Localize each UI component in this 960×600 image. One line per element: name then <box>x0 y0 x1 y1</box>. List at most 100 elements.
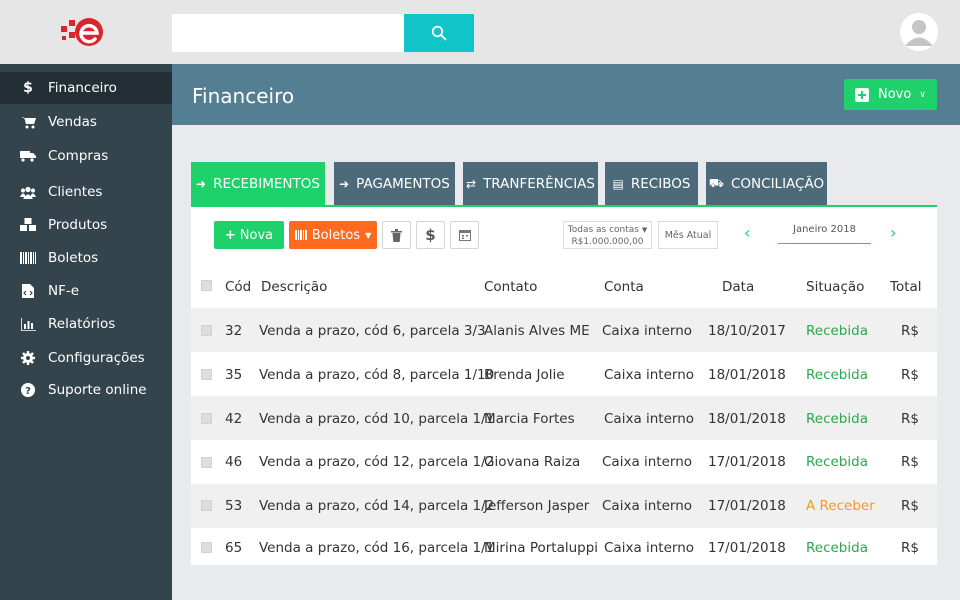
cell-data: 18/01/2018 <box>708 411 786 427</box>
sidebar-item-label: Compras <box>48 148 109 164</box>
column-header-cod[interactable]: Cód <box>225 279 251 295</box>
nova-button[interactable]: + Nova <box>214 221 284 249</box>
cell-total: R$ <box>901 367 919 383</box>
tab-label: TRANFERÊNCIAS <box>483 176 595 192</box>
search-input[interactable] <box>172 14 404 52</box>
sidebar-item-boletos[interactable]: Boletos <box>0 242 172 274</box>
users-icon <box>18 186 38 199</box>
row-checkbox[interactable] <box>201 369 212 380</box>
sidebar-item-suporte[interactable]: ? Suporte online <box>0 374 172 406</box>
cell-conta: Caixa interno <box>602 498 693 514</box>
table-row[interactable]: 65 Venda a prazo, cód 16, parcela 1/1 Mi… <box>191 528 937 565</box>
column-header-conta[interactable]: Conta <box>604 279 644 295</box>
cell-cod: 46 <box>225 454 243 470</box>
logo[interactable] <box>58 14 106 50</box>
sidebar-item-label: Clientes <box>48 184 103 200</box>
cell-total: R$ <box>901 454 919 470</box>
avatar-icon <box>900 13 938 51</box>
sidebar-item-financeiro[interactable]: $ Financeiro <box>0 72 172 104</box>
table-row[interactable]: 32 Venda a prazo, cód 6, parcela 3/3 Ala… <box>191 308 937 352</box>
sidebar-item-produtos[interactable]: Produtos <box>0 209 172 241</box>
bar-chart-icon <box>18 317 38 331</box>
gear-icon <box>18 351 38 365</box>
cell-total: R$ <box>901 540 919 556</box>
nova-label: Nova <box>239 227 274 243</box>
barcode-icon <box>294 230 307 240</box>
sidebar-item-nfe[interactable]: NF-e <box>0 275 172 307</box>
column-header-situacao[interactable]: Situação <box>806 279 864 295</box>
column-header-data[interactable]: Data <box>722 279 754 295</box>
column-header-descricao[interactable]: Descrição <box>261 279 327 295</box>
cart-icon <box>18 116 38 129</box>
delete-button[interactable] <box>382 221 411 249</box>
cell-cod: 53 <box>225 498 243 514</box>
tab-recebimentos[interactable]: ➜ RECEBIMENTOS <box>191 162 325 206</box>
novo-label: Novo <box>878 87 912 102</box>
page-title: Financeiro <box>192 84 295 108</box>
row-checkbox[interactable] <box>201 457 212 468</box>
cell-contato: Mirina Portaluppi <box>484 540 599 556</box>
tab-label: PAGAMENTOS <box>356 176 450 192</box>
boletos-label: Boletos <box>311 227 361 243</box>
cell-total: R$ <box>901 323 919 339</box>
sign-out-icon: ➜ <box>339 177 350 191</box>
sidebar-item-vendas[interactable]: Vendas <box>0 106 172 138</box>
table-row[interactable]: 35 Venda a prazo, cód 8, parcela 1/10 Br… <box>191 352 937 396</box>
cell-conta: Caixa interno <box>604 367 695 383</box>
search-button[interactable] <box>404 14 474 52</box>
exchange-icon: ⇄ <box>466 177 477 191</box>
chevron-right-icon[interactable]: › <box>890 223 896 242</box>
boletos-dropdown-button[interactable]: Boletos ▼ <box>289 221 377 249</box>
row-checkbox[interactable] <box>201 500 212 511</box>
cell-cod: 32 <box>225 323 243 339</box>
dollar-icon: $ <box>425 226 436 244</box>
cell-descricao: Venda a prazo, cód 16, parcela 1/1 <box>259 540 495 556</box>
receipt-icon: ▤ <box>612 177 624 191</box>
cell-situacao: Recebida <box>806 367 868 383</box>
cell-situacao: A Receber <box>806 498 875 514</box>
calendar-button[interactable] <box>450 221 479 249</box>
cell-conta: Caixa interno <box>602 323 693 339</box>
plus-square-icon <box>855 87 869 102</box>
user-avatar[interactable] <box>900 13 938 51</box>
svg-text:?: ? <box>25 386 31 397</box>
truck-icon <box>18 150 38 162</box>
sidebar-item-configuracoes[interactable]: Configurações <box>0 342 172 374</box>
sidebar-item-relatorios[interactable]: Relatórios <box>0 308 172 340</box>
tab-conciliacao[interactable]: ⛟ CONCILIAÇÃO <box>706 162 827 206</box>
chevron-left-icon[interactable]: ‹ <box>744 223 750 242</box>
novo-button[interactable]: Novo ∨ <box>844 79 937 110</box>
account-select[interactable]: Todas as contas ▼ R$1.000.000,00 <box>563 221 652 249</box>
calendar-icon <box>458 230 471 241</box>
select-all-checkbox[interactable] <box>201 280 212 291</box>
month-underline <box>778 243 871 244</box>
column-header-total[interactable]: Total <box>890 279 922 295</box>
tab-pagamentos[interactable]: ➜ PAGAMENTOS <box>334 162 455 206</box>
sidebar-item-compras[interactable]: Compras <box>0 140 172 172</box>
plus-icon: + <box>224 227 236 243</box>
tab-recibos[interactable]: ▤ RECIBOS <box>605 162 698 206</box>
cell-conta: Caixa interno <box>604 540 695 556</box>
column-header-contato[interactable]: Contato <box>484 279 537 295</box>
sidebar-item-clientes[interactable]: Clientes <box>0 176 172 208</box>
cubes-icon <box>18 218 38 232</box>
dollar-icon: $ <box>23 80 33 96</box>
sidebar-item-label: Produtos <box>48 217 108 233</box>
cell-descricao: Venda a prazo, cód 10, parcela 1/1 <box>259 411 495 427</box>
cell-data: 17/01/2018 <box>708 454 786 470</box>
row-checkbox[interactable] <box>201 325 212 336</box>
row-checkbox[interactable] <box>201 413 212 424</box>
row-checkbox[interactable] <box>201 542 212 553</box>
mes-atual-button[interactable]: Mês Atual <box>658 221 718 249</box>
cell-situacao: Recebida <box>806 454 868 470</box>
month-label: Janeiro 2018 <box>793 224 856 235</box>
tab-label: CONCILIAÇÃO <box>731 176 825 192</box>
tab-transferencias[interactable]: ⇄ TRANFERÊNCIAS <box>463 162 598 206</box>
cell-cod: 42 <box>225 411 243 427</box>
table-row[interactable]: 46 Venda a prazo, cód 12, parcela 1/2 Gi… <box>191 440 937 484</box>
table-row[interactable]: 53 Venda a prazo, cód 14, parcela 1/2 Je… <box>191 484 937 528</box>
payment-button[interactable]: $ <box>416 221 445 249</box>
tab-label: RECEBIMENTOS <box>213 176 320 192</box>
cell-contato: Giovana Raiza <box>484 454 581 470</box>
table-row[interactable]: 42 Venda a prazo, cód 10, parcela 1/1 Ma… <box>191 396 937 440</box>
